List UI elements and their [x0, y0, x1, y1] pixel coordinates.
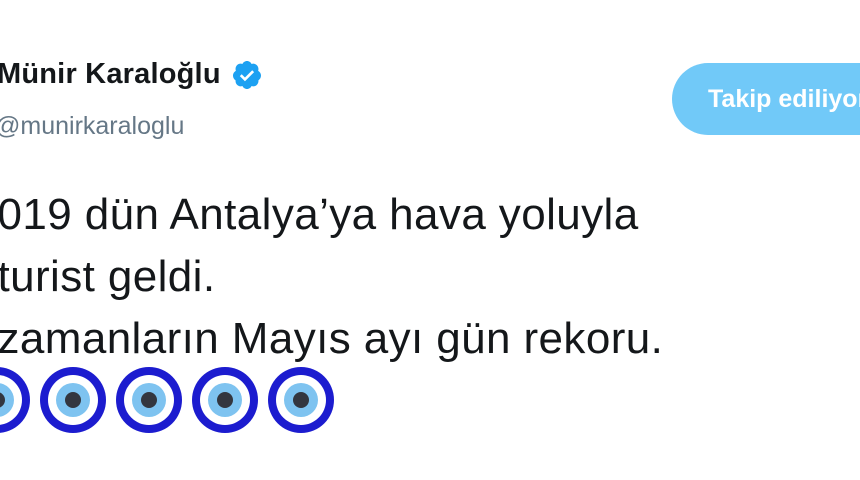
- tweet-line-1: .2019 dün Antalya’ya hava yoluyla: [0, 190, 639, 239]
- tweet-card: Münir Karaloğlu @munirkaraloglu Takip ed…: [0, 0, 860, 480]
- nazar-boncugu-icon: [0, 367, 30, 433]
- nazar-boncugu-icon: [116, 367, 182, 433]
- author-header: Münir Karaloğlu: [0, 58, 263, 91]
- nazar-boncugu-icon: [192, 367, 258, 433]
- following-button[interactable]: Takip ediliyor: [672, 63, 860, 135]
- nazar-boncugu-icon: [268, 367, 334, 433]
- author-handle[interactable]: @munirkaraloglu: [0, 112, 184, 141]
- tweet-text: .2019 dün Antalya’ya hava yoluyla 8 turi…: [0, 184, 860, 370]
- verified-badge-icon: [232, 60, 261, 89]
- tweet-line-2: 8 turist geldi.: [0, 252, 216, 301]
- emoji-row: [0, 365, 342, 435]
- nazar-boncugu-icon: [40, 367, 106, 433]
- author-name[interactable]: Münir Karaloğlu: [0, 58, 221, 91]
- tweet-line-3: n zamanların Mayıs ayı gün rekoru.: [0, 314, 664, 363]
